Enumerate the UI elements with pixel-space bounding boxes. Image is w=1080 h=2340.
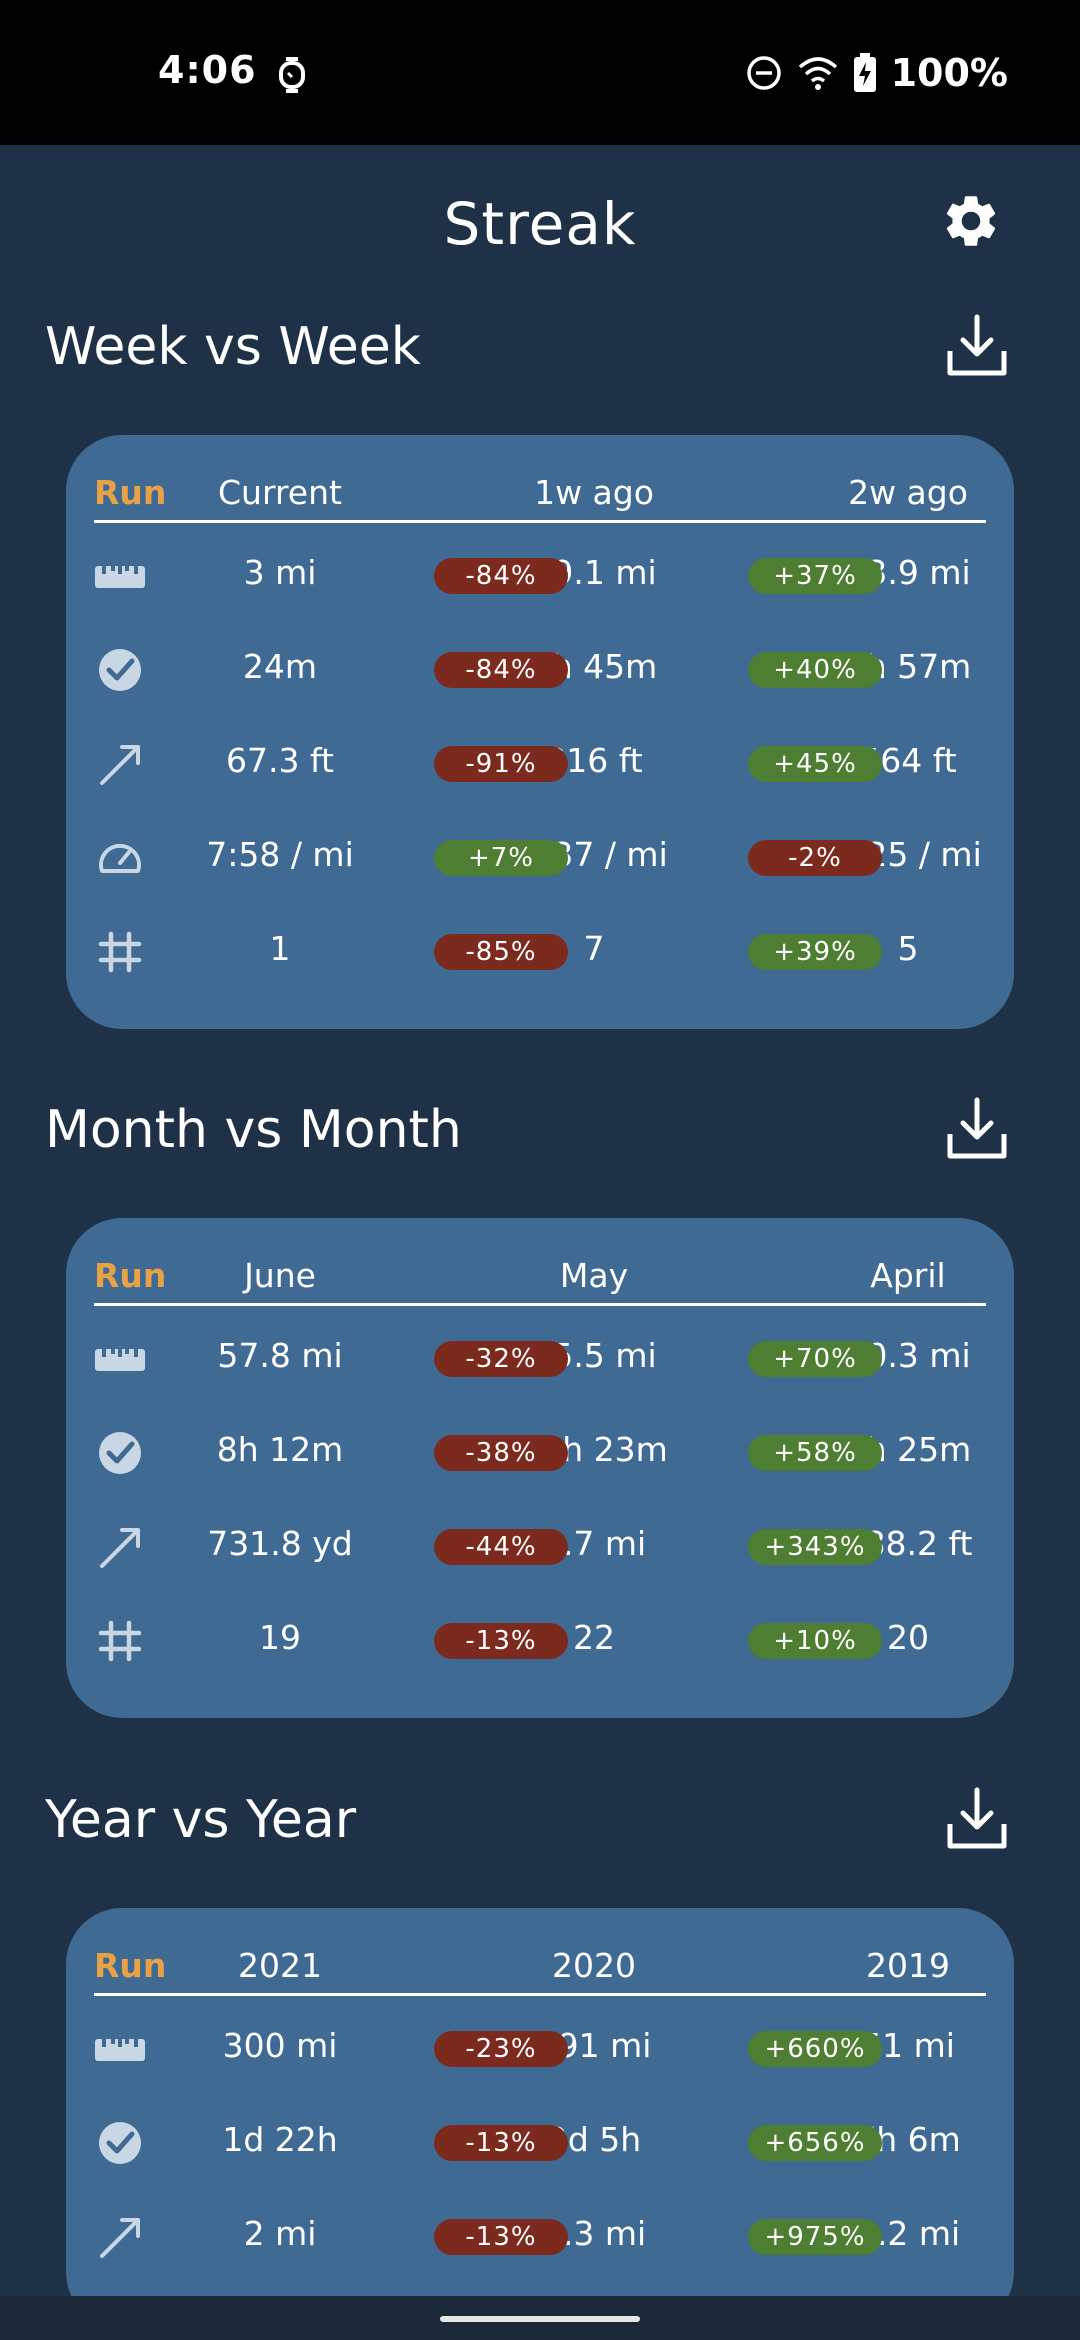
stat-value: 1 — [269, 929, 291, 968]
change-badge: -38% — [434, 1435, 568, 1471]
stat-row: 1d 22h 2d 5h 7h 6m -13% +656% — [94, 2096, 986, 2190]
column-header: Current — [218, 473, 342, 512]
change-badge: +660% — [748, 2031, 882, 2067]
section-header-week: Week vs Week — [45, 314, 1045, 397]
settings-gear-icon[interactable] — [940, 190, 1002, 252]
change-badge: +975% — [748, 2219, 882, 2255]
stat-value: 19 — [259, 1618, 301, 1657]
column-header: 2021 — [238, 1946, 322, 1985]
wifi-icon — [798, 57, 837, 90]
status-time: 4:06 — [158, 48, 257, 92]
change-badge: -13% — [434, 2125, 568, 2161]
column-header: May — [559, 1256, 629, 1295]
change-badge: -13% — [434, 1623, 568, 1659]
status-bar: 4:06 100% — [0, 0, 1080, 145]
sport-label: Run — [94, 1256, 167, 1295]
table-header: Run Current 1w ago 2w ago — [94, 473, 986, 523]
clock-check-icon — [94, 1430, 146, 1476]
change-badge: +37% — [748, 558, 882, 594]
stat-value: 24m — [242, 647, 318, 686]
stat-row: 8h 12m 13h 23m 8h 25m -38% +58% — [94, 1406, 986, 1500]
speedometer-icon — [94, 835, 146, 881]
stat-row: 300 mi 391 mi 51 mi -23% +660% — [94, 2002, 986, 2096]
change-badge: -13% — [434, 2219, 568, 2255]
ruler-icon — [94, 1336, 146, 1382]
change-badge: -44% — [434, 1529, 568, 1565]
change-badge: +40% — [748, 652, 882, 688]
section-title: Month vs Month — [45, 1100, 462, 1160]
column-header: 2019 — [866, 1946, 950, 1985]
change-badge: -85% — [434, 934, 568, 970]
change-badge: +58% — [748, 1435, 882, 1471]
stat-row: 57.8 mi 85.5 mi 50.3 mi -32% +70% — [94, 1312, 986, 1406]
elevation-arrow-icon — [94, 741, 146, 787]
change-badge: -91% — [434, 746, 568, 782]
change-badge: +343% — [748, 1529, 882, 1565]
download-icon[interactable] — [942, 1784, 1012, 1854]
stat-value: 1d 22h — [222, 2120, 338, 2159]
stat-value: 57.8 mi — [217, 1336, 343, 1375]
app-title: Streak — [443, 190, 637, 258]
ruler-icon — [94, 2026, 146, 2072]
sport-label: Run — [94, 1946, 167, 1985]
change-badge: -84% — [434, 558, 568, 594]
hash-icon — [94, 1618, 146, 1664]
change-badge: +39% — [748, 934, 882, 970]
change-badge: -84% — [434, 652, 568, 688]
elevation-arrow-icon — [94, 1524, 146, 1570]
stat-row: 1 7 5 -85% +39% — [94, 905, 986, 999]
stat-value: 2 mi — [243, 2214, 317, 2253]
change-badge: +70% — [748, 1341, 882, 1377]
clock-check-icon — [94, 647, 146, 693]
stat-row: 24m 2h 45m 1h 57m -84% +40% — [94, 623, 986, 717]
app-bar: Streak — [0, 145, 1080, 305]
stat-value: 3 mi — [243, 553, 317, 592]
section-header-year: Year vs Year — [45, 1787, 1045, 1870]
change-badge: +45% — [748, 746, 882, 782]
section-header-month: Month vs Month — [45, 1097, 1045, 1180]
stat-value: 67.3 ft — [226, 741, 334, 780]
stat-row: 731.8 yd 0.7 mi 888.2 ft -44% +343% — [94, 1500, 986, 1594]
column-header: June — [244, 1256, 316, 1295]
hash-icon — [94, 929, 146, 975]
change-badge: -2% — [748, 840, 882, 876]
comparison-card-week: Run Current 1w ago 2w ago 3 mi 19.1 mi 13.… — [66, 435, 1014, 1029]
battery-percentage: 100% — [890, 51, 1008, 95]
stat-value: 731.8 yd — [207, 1524, 353, 1563]
stat-row: 19 22 20 -13% +10% — [94, 1594, 986, 1688]
stat-row: 2 mi 2.3 mi 0.2 mi -13% +975% — [94, 2190, 986, 2284]
column-header: 2020 — [552, 1946, 636, 1985]
battery-charging-icon — [853, 53, 876, 92]
stat-value: 7:58 / mi — [206, 835, 354, 874]
download-icon[interactable] — [942, 1094, 1012, 1164]
change-badge: +656% — [748, 2125, 882, 2161]
stat-row: 7:58 / mi 8:37 / mi 8:25 / mi +7% -2% — [94, 811, 986, 905]
stat-row: 67.3 ft 816 ft 564 ft -91% +45% — [94, 717, 986, 811]
clock-check-icon — [94, 2120, 146, 2166]
notification-icon — [279, 57, 305, 93]
section-title: Week vs Week — [45, 317, 421, 377]
stat-value: 300 mi — [222, 2026, 338, 2065]
section-title: Year vs Year — [45, 1790, 357, 1850]
change-badge: +10% — [748, 1623, 882, 1659]
home-gesture-handle[interactable] — [440, 2316, 640, 2322]
column-header: 2w ago — [848, 473, 968, 512]
stat-row: 3 mi 19.1 mi 13.9 mi -84% +37% — [94, 529, 986, 623]
comparison-card-year: Run 2021 2020 2019 300 mi 391 mi 51 mi -23%… — [66, 1908, 1014, 2328]
table-header: Run 2021 2020 2019 — [94, 1946, 986, 1996]
column-header: April — [870, 1256, 946, 1295]
comparison-card-month: Run June May April 57.8 mi 85.5 mi 50.3 mi… — [66, 1218, 1014, 1718]
change-badge: -32% — [434, 1341, 568, 1377]
ruler-icon — [94, 553, 146, 599]
change-badge: -23% — [434, 2031, 568, 2067]
elevation-arrow-icon — [94, 2214, 146, 2260]
table-header: Run June May April — [94, 1256, 986, 1306]
do-not-disturb-icon — [746, 56, 781, 90]
stat-value: 8h 12m — [216, 1430, 344, 1469]
column-header: 1w ago — [534, 473, 654, 512]
change-badge: +7% — [434, 840, 568, 876]
sport-label: Run — [94, 473, 167, 512]
download-icon[interactable] — [942, 311, 1012, 381]
